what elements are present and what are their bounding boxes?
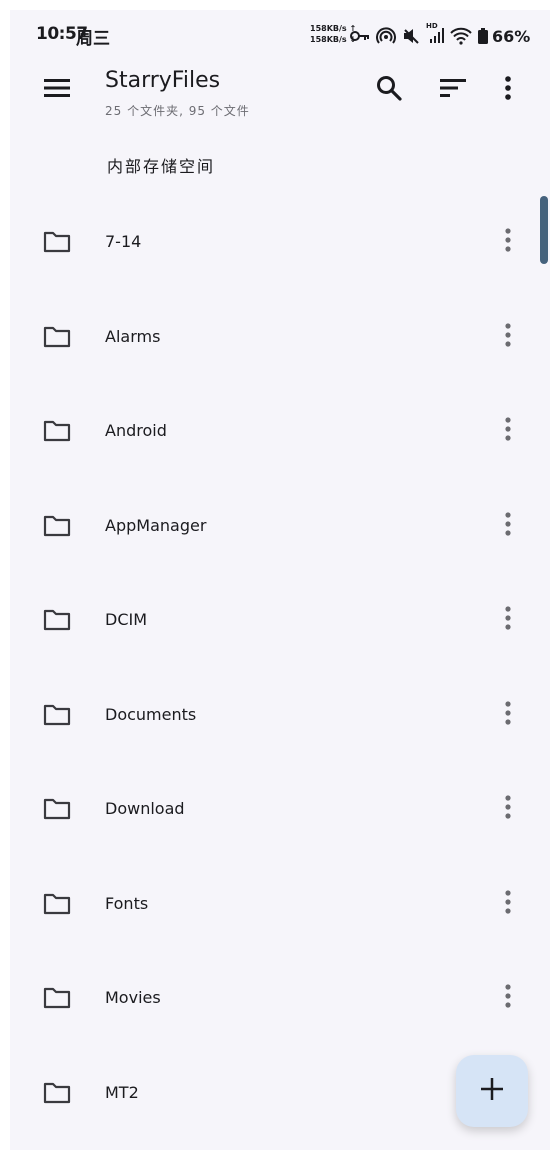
file-row[interactable]: AppManager (10, 480, 550, 575)
folder-icon (43, 704, 71, 730)
sort-icon (440, 78, 466, 102)
item-more-button[interactable] (492, 411, 524, 451)
file-row[interactable]: Alarms (10, 291, 550, 386)
screen: 10:57 周三 158KB/s ↑ 158KB/s ↓ HD 66% Star… (10, 10, 550, 1150)
item-more-button[interactable] (492, 884, 524, 924)
more-options-button[interactable] (486, 68, 530, 112)
search-icon (376, 75, 402, 105)
app-bar: StarryFiles 25 个文件夹, 95 个文件 (10, 60, 550, 130)
sort-button[interactable] (431, 68, 475, 112)
item-more-button[interactable] (492, 978, 524, 1018)
folder-icon (43, 609, 71, 635)
app-title: StarryFiles (105, 68, 221, 93)
more-vert-icon (504, 76, 512, 104)
folder-icon (43, 1082, 71, 1108)
file-row[interactable]: 7-14 (10, 196, 550, 291)
battery-percentage: 66% (492, 26, 531, 46)
file-name: AppManager (105, 515, 207, 535)
status-icons: HD 66% (350, 22, 531, 47)
key-icon (350, 29, 370, 43)
more-vert-icon (504, 700, 512, 729)
file-name: Download (105, 799, 185, 818)
more-vert-icon (504, 606, 512, 634)
file-name: 7-14 (105, 232, 142, 251)
folder-icon (43, 326, 71, 352)
battery-icon (478, 28, 488, 44)
folder-file-count: 25 个文件夹, 95 个文件 (105, 104, 250, 118)
file-row[interactable]: Android (10, 385, 550, 480)
wifi-icon (450, 27, 472, 45)
mute-icon (402, 27, 420, 45)
item-more-button[interactable] (492, 600, 524, 640)
item-more-button[interactable] (492, 317, 524, 357)
folder-icon (43, 515, 71, 541)
file-name: MT2 (105, 1082, 139, 1102)
menu-icon (44, 78, 70, 102)
file-name: DCIM (105, 610, 148, 629)
file-name: Documents (105, 704, 197, 724)
file-row[interactable]: Fonts (10, 858, 550, 953)
item-more-button[interactable] (492, 506, 524, 546)
status-bar: 10:57 周三 158KB/s ↑ 158KB/s ↓ HD 66% (10, 10, 550, 60)
breadcrumb[interactable]: 内部存储空间 (107, 153, 215, 177)
add-icon (481, 1078, 503, 1104)
more-vert-icon (504, 889, 512, 918)
hotspot-icon (376, 27, 396, 45)
item-more-button[interactable] (492, 789, 524, 829)
menu-button[interactable] (35, 68, 79, 112)
folder-icon (43, 231, 71, 257)
file-name: Alarms (105, 326, 161, 346)
more-vert-icon (504, 228, 512, 256)
folder-icon (43, 987, 71, 1013)
file-name: Fonts (105, 893, 149, 913)
more-vert-icon (504, 417, 512, 445)
more-vert-icon (504, 511, 512, 540)
file-name: Movies (105, 988, 161, 1007)
item-more-button[interactable] (492, 222, 524, 262)
more-vert-icon (504, 984, 512, 1012)
file-list: 7-14 Alarms Android AppManager DCIM Documents… (10, 196, 550, 1141)
search-button[interactable] (367, 68, 411, 112)
file-row[interactable]: DCIM (10, 574, 550, 669)
add-button[interactable] (456, 1055, 528, 1127)
more-vert-icon (504, 795, 512, 823)
item-more-button[interactable] (492, 695, 524, 735)
file-name: Android (105, 421, 167, 440)
file-row[interactable]: Movies (10, 952, 550, 1047)
status-day: 周三 (76, 29, 110, 49)
folder-icon (43, 893, 71, 919)
more-vert-icon (504, 322, 512, 351)
file-row[interactable]: Documents (10, 669, 550, 764)
folder-icon (43, 420, 71, 446)
file-row[interactable]: Download (10, 763, 550, 858)
network-type-label: HD (426, 22, 438, 30)
scrollbar-thumb[interactable] (540, 196, 548, 264)
signal-icon: HD (426, 22, 444, 45)
folder-icon (43, 798, 71, 824)
